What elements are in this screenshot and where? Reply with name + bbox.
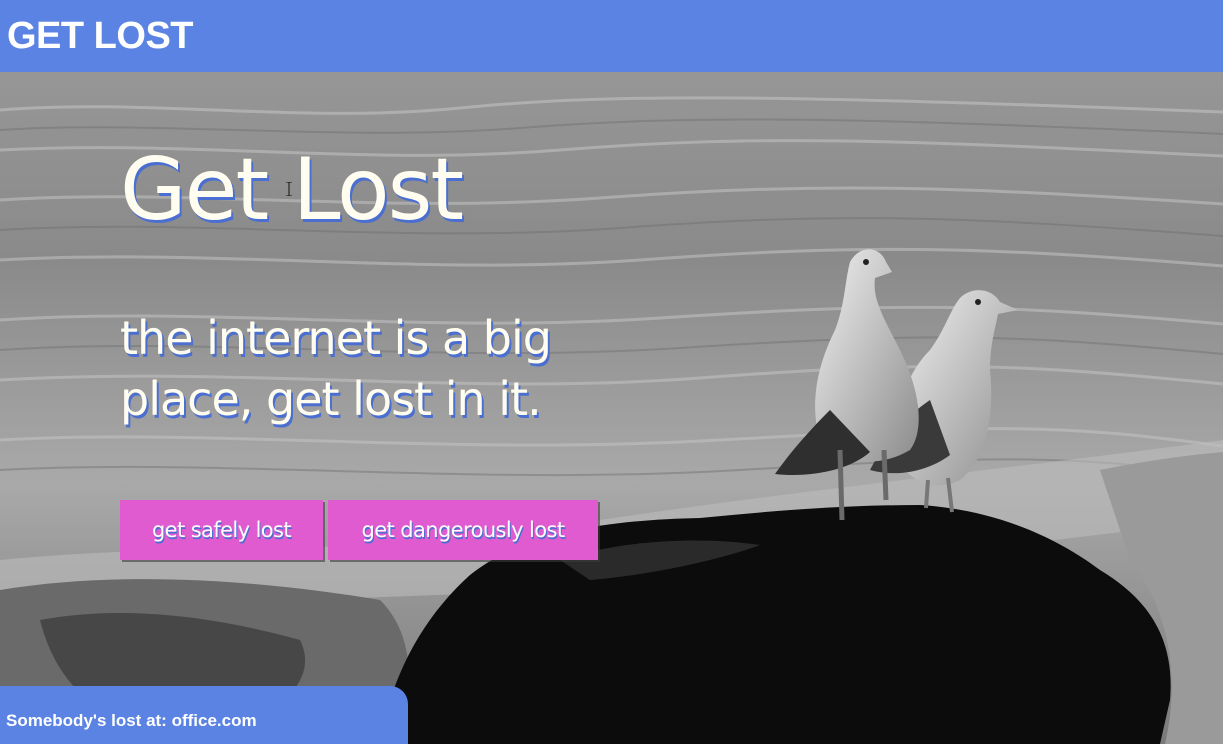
text-cursor-icon (286, 182, 292, 196)
brand-logo[interactable]: GET LOST (7, 15, 194, 57)
get-dangerously-lost-button[interactable]: get dangerously lost (328, 500, 598, 560)
hero-subtitle: the internet is a big place, get lost in… (120, 311, 552, 426)
ticker-site[interactable]: office.com (172, 711, 257, 730)
lost-ticker: Somebody's lost at: office.com (0, 686, 408, 744)
page: GET LOST Get Lost the internet is a big … (0, 0, 1223, 744)
top-bar: GET LOST (0, 0, 1223, 72)
ticker-prefix: Somebody's lost at: (6, 711, 167, 730)
get-safely-lost-button[interactable]: get safely lost (120, 500, 323, 560)
